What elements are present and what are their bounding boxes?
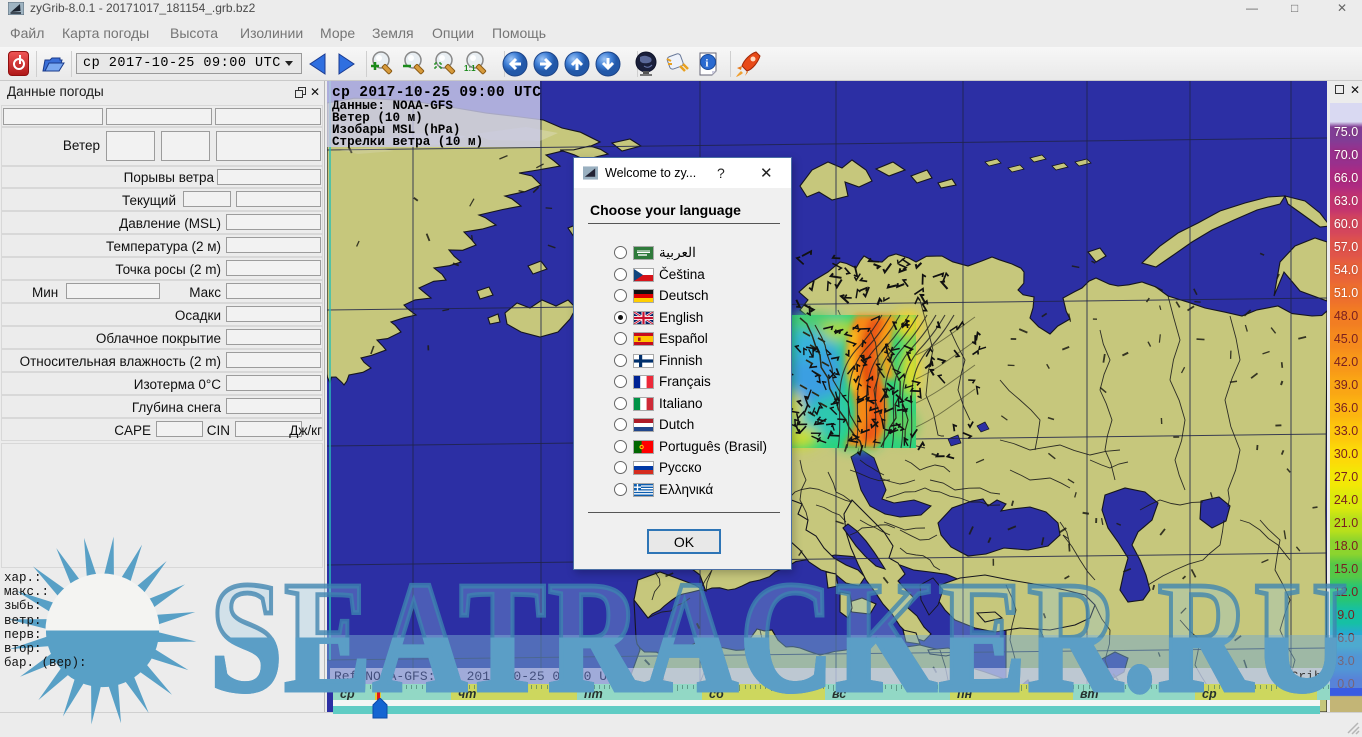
- svg-text:Стрелки ветра (10 м): Стрелки ветра (10 м): [332, 135, 483, 149]
- svg-text:1:1: 1:1: [464, 64, 476, 73]
- svg-text:i: i: [705, 58, 708, 70]
